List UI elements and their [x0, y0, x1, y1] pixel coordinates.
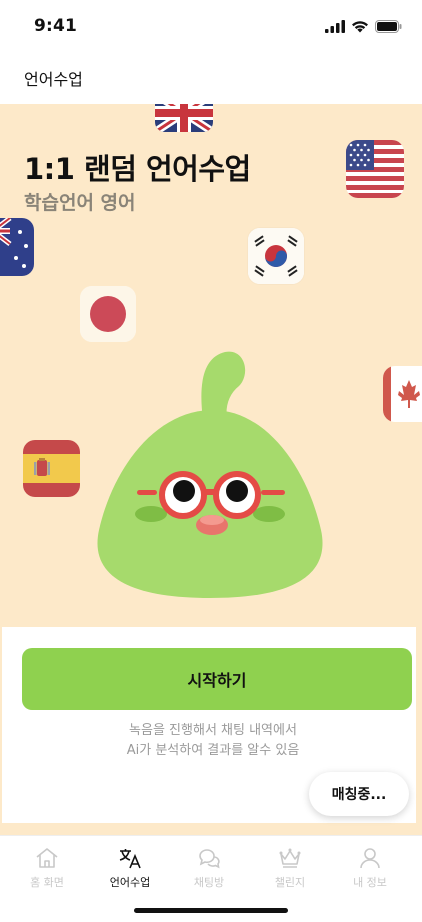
wifi-icon [351, 18, 369, 37]
tab-language-class-label: 언어수업 [109, 876, 151, 889]
learning-language-label: 학습언어 영어 [24, 192, 136, 214]
action-panel-card: 시작하기 녹음을 진행해서 채팅 내역에서 Ai가 분석하여 결과를 알수 있음… [2, 627, 416, 823]
translate-icon [88, 846, 172, 870]
recording-info: 녹음을 진행해서 채팅 내역에서 Ai가 분석하여 결과를 알수 있음 [2, 721, 422, 761]
tab-challenge[interactable]: 챌린지 [248, 846, 332, 890]
spain-flag-icon [23, 440, 80, 497]
phone-screen: 9:41 언어수업 1:1 랜덤 언어수업 학습언어 영어 시작하기 녹음을 진… [0, 0, 422, 922]
tab-chat-room[interactable]: 채팅방 [167, 846, 251, 890]
status-time: 9:41 [34, 16, 78, 36]
tab-language-class[interactable]: 언어수업 [88, 846, 172, 890]
tab-challenge-label: 챌린지 [274, 876, 306, 889]
crown-icon [248, 846, 332, 870]
usa-flag-icon [346, 140, 404, 198]
status-bar: 9:41 [0, 0, 422, 52]
info-line-1: 녹음을 진행해서 채팅 내역에서 [129, 723, 297, 738]
app-header: 언어수업 [0, 52, 422, 104]
hero-title: 1:1 랜덤 언어수업 [24, 152, 251, 186]
japan-flag-icon [80, 286, 136, 342]
tab-my-info[interactable]: 내 정보 [328, 846, 412, 890]
start-button[interactable]: 시작하기 [22, 648, 412, 710]
matching-status-button[interactable]: 매칭중... [309, 772, 409, 816]
canada-flag-icon [383, 366, 422, 422]
page-title: 언어수업 [24, 70, 83, 89]
status-icons [325, 18, 402, 37]
action-panel: 시작하기 녹음을 진행해서 채팅 내역에서 Ai가 분석하여 결과를 알수 있음… [0, 627, 422, 835]
home-icon [5, 846, 89, 870]
tab-chat-room-label: 채팅방 [193, 876, 225, 889]
mascot [95, 348, 325, 598]
australia-flag-icon [0, 218, 34, 276]
battery-icon [375, 18, 402, 37]
tab-home[interactable]: 홈 화면 [5, 846, 89, 890]
hero-card: 1:1 랜덤 언어수업 학습언어 영어 [0, 104, 422, 627]
info-line-2: Ai가 분석하여 결과를 알수 있음 [126, 743, 300, 758]
korea-flag-icon [248, 228, 304, 284]
home-indicator[interactable] [134, 908, 288, 913]
user-icon [328, 846, 412, 870]
signal-icon [325, 18, 345, 37]
tab-home-label: 홈 화면 [30, 876, 64, 889]
chat-icon [167, 846, 251, 870]
tab-my-info-label: 내 정보 [353, 876, 387, 889]
uk-flag-icon [155, 104, 213, 132]
